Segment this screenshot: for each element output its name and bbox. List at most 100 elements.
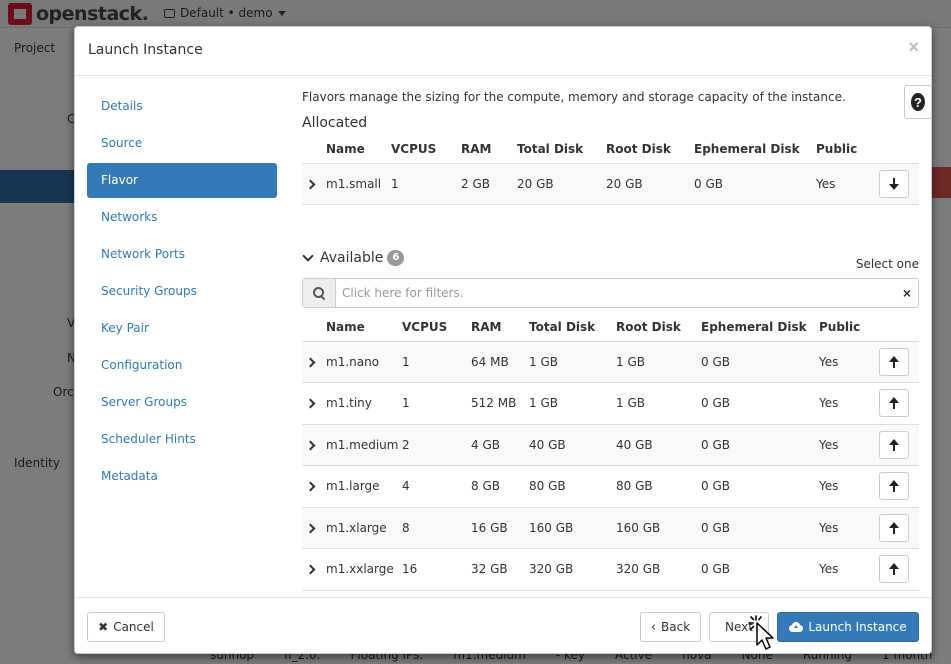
modal-footer: ✖ Cancel ‹ Back Next Launch Instance	[75, 597, 931, 655]
next-button[interactable]: Next	[709, 612, 769, 642]
header-action-spacer	[879, 135, 919, 164]
cell-ram: 16 GB	[471, 507, 529, 549]
cell-vcpus: 8	[402, 507, 471, 549]
col-ram: RAM	[461, 135, 517, 164]
arrow-up-icon	[889, 563, 899, 576]
available-header-row: Name VCPUS RAM Total Disk Root Disk Ephe…	[302, 313, 919, 342]
cell-vcpus: 1	[402, 341, 471, 383]
cell-public: Yes	[819, 424, 879, 466]
expander-cell[interactable]	[302, 507, 326, 549]
launch-instance-button[interactable]: Launch Instance	[777, 612, 919, 642]
expander-cell[interactable]	[302, 548, 326, 591]
back-label: Back	[661, 620, 691, 634]
cell-name: m1.small	[326, 163, 391, 205]
table-row: m1.medium 2 4 GB 40 GB 40 GB 0 GB Yes	[302, 424, 919, 466]
cell-root-disk: 40 GB	[616, 424, 701, 466]
chevron-left-icon: ‹	[650, 619, 657, 635]
deallocate-button[interactable]	[879, 169, 909, 198]
expander-cell[interactable]	[302, 465, 326, 508]
col-ephemeral-disk: Ephemeral Disk	[701, 313, 819, 342]
modal-title: Launch Instance	[88, 42, 203, 58]
nav-item-source[interactable]: Source	[87, 126, 277, 161]
close-icon: ✖	[98, 620, 109, 634]
allocate-button[interactable]	[879, 430, 909, 459]
cell-root-disk: 1 GB	[616, 341, 701, 383]
nav-item-networks[interactable]: Networks	[87, 200, 277, 235]
table-row: m1.tiny 1 512 MB 1 GB 1 GB 0 GB Yes	[302, 382, 919, 425]
launch-instance-modal: Launch Instance × Details Source Flavor …	[74, 26, 932, 654]
nav-item-details[interactable]: Details	[87, 89, 277, 124]
cell-public: Yes	[819, 465, 879, 508]
nav-item-flavor[interactable]: Flavor	[87, 163, 277, 198]
nav-item-configuration[interactable]: Configuration	[87, 348, 277, 383]
chevron-right-icon[interactable]	[305, 357, 316, 368]
cancel-button[interactable]: ✖ Cancel	[87, 612, 165, 642]
expander-cell[interactable]	[302, 424, 326, 466]
chevron-down-icon	[302, 250, 314, 262]
nav-item-scheduler-hints[interactable]: Scheduler Hints	[87, 422, 277, 457]
chevron-right-icon[interactable]	[305, 440, 316, 451]
close-button[interactable]: ×	[908, 38, 919, 56]
cell-ephemeral: 0 GB	[694, 163, 816, 205]
table-row: m1.xlarge 8 16 GB 160 GB 160 GB 0 GB Yes	[302, 507, 919, 549]
available-table: Name VCPUS RAM Total Disk Root Disk Ephe…	[302, 313, 919, 591]
col-ram: RAM	[471, 313, 529, 342]
allocate-button[interactable]	[879, 389, 909, 418]
col-vcpus: VCPUS	[402, 313, 471, 342]
table-row: m1.small 1 2 GB 20 GB 20 GB 0 GB Yes	[302, 163, 919, 205]
col-total-disk: Total Disk	[517, 135, 606, 164]
allocate-button[interactable]	[879, 472, 909, 501]
header-action-spacer	[879, 313, 919, 342]
cell-vcpus: 16	[402, 548, 471, 591]
allocate-button[interactable]	[879, 513, 909, 542]
cell-name: m1.large	[326, 465, 402, 508]
chevron-right-icon[interactable]	[305, 481, 316, 492]
arrow-up-icon	[889, 480, 899, 493]
expander-cell[interactable]	[302, 163, 326, 205]
available-toggle[interactable]: Available 6	[302, 250, 405, 266]
cell-name: m1.xxlarge	[326, 548, 402, 591]
cell-total-disk: 80 GB	[529, 465, 616, 508]
back-button[interactable]: ‹ Back	[640, 612, 701, 642]
cell-ephemeral: 0 GB	[701, 341, 819, 383]
col-name: Name	[326, 313, 402, 342]
cloud-upload-icon	[789, 622, 804, 632]
cell-root-disk: 160 GB	[616, 507, 701, 549]
col-public: Public	[816, 135, 879, 164]
table-row: m1.large 4 8 GB 80 GB 80 GB 0 GB Yes	[302, 465, 919, 508]
chevron-right-icon[interactable]	[305, 398, 316, 409]
nav-item-metadata[interactable]: Metadata	[87, 459, 277, 494]
allocate-button[interactable]	[879, 555, 909, 584]
help-button[interactable]: ?	[904, 85, 932, 119]
cell-name: m1.medium	[326, 424, 402, 466]
clear-filter-button[interactable]: ×	[896, 279, 918, 307]
cell-total-disk: 40 GB	[529, 424, 616, 466]
nav-item-server-groups[interactable]: Server Groups	[87, 385, 277, 420]
cell-ram: 4 GB	[471, 424, 529, 466]
expander-cell[interactable]	[302, 382, 326, 425]
nav-item-key-pair[interactable]: Key Pair	[87, 311, 277, 346]
table-row: m1.nano 1 64 MB 1 GB 1 GB 0 GB Yes	[302, 341, 919, 383]
allocated-table: Name VCPUS RAM Total Disk Root Disk Ephe…	[302, 135, 919, 205]
allocate-button[interactable]	[879, 347, 909, 376]
chevron-right-icon[interactable]	[305, 179, 316, 190]
cell-public: Yes	[819, 341, 879, 383]
col-vcpus: VCPUS	[391, 135, 461, 164]
arrow-up-icon	[889, 397, 899, 410]
expander-cell[interactable]	[302, 341, 326, 383]
chevron-right-icon[interactable]	[305, 564, 316, 575]
cell-public: Yes	[816, 163, 879, 205]
cell-total-disk: 320 GB	[529, 548, 616, 591]
cell-public: Yes	[819, 382, 879, 425]
nav-item-security-groups[interactable]: Security Groups	[87, 274, 277, 309]
col-name: Name	[326, 135, 391, 164]
cancel-label: Cancel	[113, 620, 154, 634]
search-icon	[313, 287, 325, 299]
cell-root-disk: 80 GB	[616, 465, 701, 508]
arrow-up-icon	[889, 521, 899, 534]
next-label: Next	[725, 620, 753, 634]
chevron-right-icon[interactable]	[305, 523, 316, 534]
filter-input[interactable]	[336, 279, 896, 307]
nav-item-network-ports[interactable]: Network Ports	[87, 237, 277, 272]
launch-label: Launch Instance	[808, 620, 907, 634]
